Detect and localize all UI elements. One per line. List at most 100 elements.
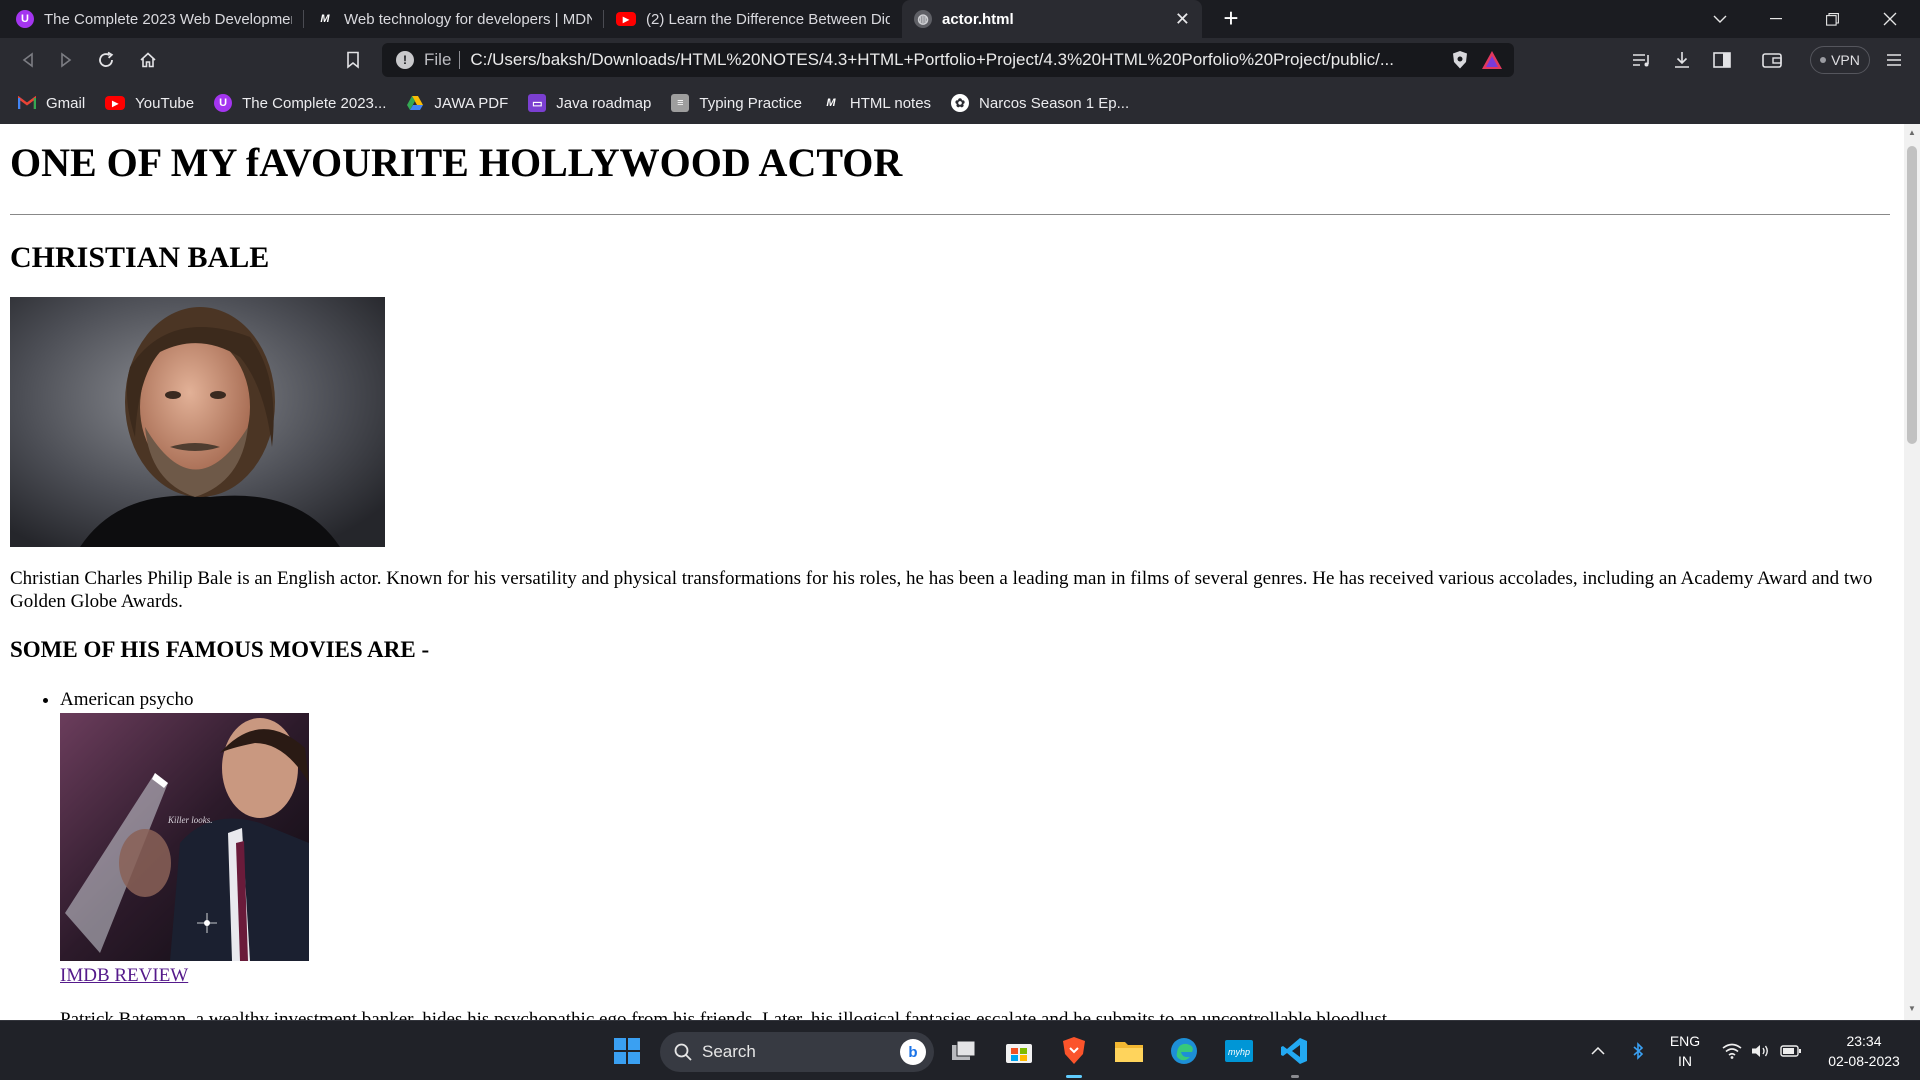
- tab-title: actor.html: [942, 10, 1014, 28]
- svg-text:myhp: myhp: [1228, 1047, 1250, 1057]
- movie-description: Patrick Bateman, a wealthy investment ba…: [60, 1009, 1392, 1020]
- reload-icon[interactable]: [92, 46, 120, 74]
- tab-title: The Complete 2023 Web Development: [44, 10, 292, 28]
- bookmark-label: Java roadmap: [556, 94, 652, 112]
- brave-rewards-icon[interactable]: [1480, 49, 1504, 71]
- edge-browser-icon[interactable]: [1165, 1032, 1203, 1070]
- tab-mdn[interactable]: M Web technology for developers | MDN: [304, 0, 604, 38]
- language-code: ENG: [1669, 1033, 1701, 1049]
- bluetooth-icon[interactable]: [1626, 1021, 1650, 1080]
- language-indicator[interactable]: ENG IN: [1665, 1031, 1705, 1071]
- tab-title: (2) Learn the Difference Between Did and…: [646, 10, 890, 28]
- new-tab-button[interactable]: +: [1216, 4, 1246, 34]
- battery-icon[interactable]: [1778, 1021, 1804, 1080]
- bookmark-udemy-course[interactable]: U The Complete 2023...: [214, 94, 386, 112]
- open-app-indicator: [1291, 1075, 1299, 1078]
- youtube-icon: ▶: [616, 12, 636, 26]
- vpn-label: VPN: [1831, 52, 1860, 68]
- google-drive-icon: [406, 94, 424, 112]
- back-icon[interactable]: [14, 46, 42, 74]
- scroll-down-icon[interactable]: ▼: [1908, 1004, 1916, 1013]
- bookmark-label: JAWA PDF: [434, 94, 509, 112]
- scrollbar-thumb[interactable]: [1907, 146, 1917, 444]
- bookmark-label: Gmail: [46, 94, 86, 112]
- page-viewport: ONE OF MY fAVOURITE HOLLYWOOD ACTOR CHRI…: [0, 124, 1904, 1020]
- actor-name: CHRISTIAN BALE: [10, 241, 270, 274]
- taskbar-search[interactable]: Search b: [660, 1032, 934, 1072]
- roadmap-icon: ▭: [528, 94, 547, 112]
- bookmarks-bar: Gmail ▶ YouTube U The Complete 2023... J…: [0, 82, 1920, 124]
- udemy-icon: U: [16, 10, 34, 28]
- clock-time: 23:34: [1846, 1033, 1882, 1049]
- divider: [10, 214, 1890, 215]
- active-app-indicator: [1066, 1075, 1082, 1078]
- url-scheme-label: File: [424, 51, 461, 69]
- bookmark-label: Typing Practice: [699, 94, 802, 112]
- microsoft-store-icon[interactable]: [1000, 1032, 1038, 1070]
- tab-strip: U The Complete 2023 Web Development M We…: [0, 0, 1920, 38]
- bookmark-youtube[interactable]: ▶ YouTube: [105, 95, 194, 112]
- typing-icon: ≡: [671, 94, 690, 112]
- bookmark-gmail[interactable]: Gmail: [18, 94, 85, 112]
- restore-button[interactable]: [1804, 0, 1860, 38]
- tab-actor-html[interactable]: ◍ actor.html ✕: [902, 0, 1202, 38]
- bing-icon[interactable]: b: [900, 1039, 926, 1065]
- bookmark-jawa-pdf[interactable]: JAWA PDF: [406, 94, 508, 112]
- forward-icon[interactable]: [52, 46, 80, 74]
- close-window-button[interactable]: [1862, 0, 1918, 38]
- movie-poster: Killer looks.: [60, 713, 309, 961]
- bookmark-typing-practice[interactable]: ≡ Typing Practice: [671, 94, 802, 112]
- volume-icon[interactable]: [1748, 1021, 1772, 1080]
- search-icon: [674, 1043, 692, 1061]
- wallet-icon[interactable]: [1758, 46, 1786, 74]
- file-explorer-icon[interactable]: [1110, 1032, 1148, 1070]
- bookmark-narcos[interactable]: ✿ Narcos Season 1 Ep...: [951, 94, 1129, 112]
- myhp-icon[interactable]: myhp: [1220, 1032, 1258, 1070]
- brave-shields-icon[interactable]: [1450, 49, 1470, 71]
- page-content: ONE OF MY fAVOURITE HOLLYWOOD ACTOR CHRI…: [0, 124, 1904, 1020]
- page-scrollbar[interactable]: ▲ ▼: [1904, 124, 1920, 1020]
- chevron-up-icon[interactable]: [1586, 1021, 1610, 1080]
- list-item: American psycho: [60, 689, 1894, 1020]
- brave-browser-icon[interactable]: [1055, 1032, 1093, 1070]
- mdn-icon: M: [320, 13, 330, 25]
- imdb-review-link[interactable]: IMDB REVIEW: [60, 965, 188, 987]
- tab-youtube[interactable]: ▶ (2) Learn the Difference Between Did a…: [604, 0, 902, 38]
- clock[interactable]: 23:34 02-08-2023: [1815, 1031, 1913, 1071]
- windows-start-icon[interactable]: [608, 1032, 646, 1070]
- page-heading: ONE OF MY fAVOURITE HOLLYWOOD ACTOR: [10, 140, 903, 185]
- actor-bio: Christian Charles Philip Bale is an Engl…: [10, 568, 1873, 612]
- bookmark-icon[interactable]: [339, 46, 367, 74]
- youtube-icon: ▶: [105, 96, 126, 110]
- bookmark-java-roadmap[interactable]: ▭ Java roadmap: [528, 94, 651, 112]
- sidebar-icon[interactable]: [1708, 46, 1736, 74]
- poster-caption: Killer looks.: [167, 815, 213, 825]
- tab-udemy[interactable]: U The Complete 2023 Web Development: [4, 0, 304, 38]
- scroll-up-icon[interactable]: ▲: [1908, 128, 1916, 137]
- tab-title: Web technology for developers | MDN: [344, 10, 592, 28]
- mdn-icon: M: [826, 97, 836, 109]
- language-region: IN: [1678, 1053, 1692, 1069]
- movies-heading: SOME OF HIS FAMOUS MOVIES ARE -: [10, 637, 430, 662]
- gmail-icon: [18, 94, 36, 112]
- minimize-button[interactable]: [1748, 0, 1804, 38]
- playlist-icon[interactable]: [1628, 46, 1656, 74]
- search-placeholder: Search: [702, 1042, 756, 1061]
- vscode-icon[interactable]: [1275, 1032, 1313, 1070]
- bookmark-label: HTML notes: [849, 94, 932, 112]
- wifi-icon[interactable]: [1720, 1021, 1744, 1080]
- info-icon[interactable]: !: [396, 51, 414, 69]
- home-icon[interactable]: [134, 46, 162, 74]
- taskbar: Search b myhp ENG IN 23:34 02-08-2023: [0, 1020, 1920, 1080]
- close-tab-icon[interactable]: ✕: [1175, 9, 1190, 30]
- download-icon[interactable]: [1668, 46, 1696, 74]
- movies-list: American psycho: [60, 689, 1894, 1020]
- task-view-icon[interactable]: [945, 1032, 983, 1070]
- address-bar[interactable]: ! File C:/Users/baksh/Downloads/HTML%20N…: [382, 43, 1514, 77]
- bookmark-html-notes[interactable]: M HTML notes: [822, 94, 931, 112]
- menu-icon[interactable]: [1880, 46, 1908, 74]
- movie-title: American psycho: [60, 689, 194, 710]
- tab-search-chevron-icon[interactable]: [1692, 0, 1748, 38]
- vpn-button[interactable]: VPN: [1810, 46, 1870, 74]
- url-text[interactable]: C:/Users/baksh/Downloads/HTML%20NOTES/4.…: [470, 50, 1436, 70]
